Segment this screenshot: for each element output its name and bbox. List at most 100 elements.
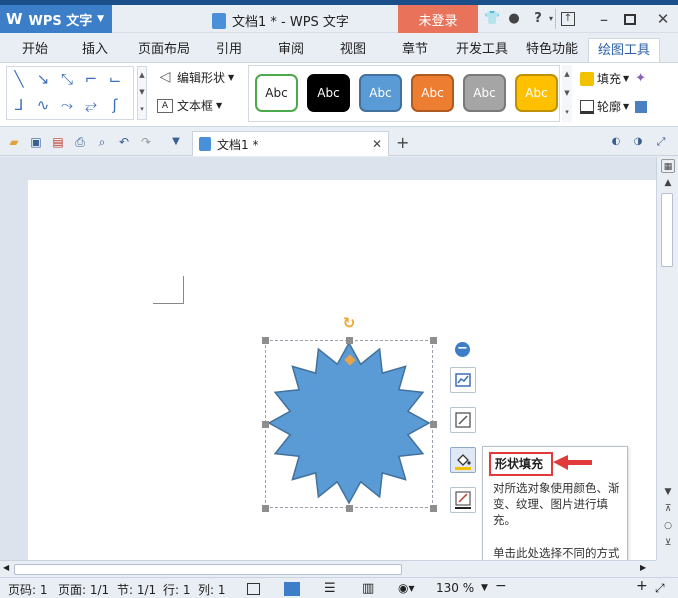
fit-window-icon[interactable]: ⤢ (655, 581, 665, 596)
horizontal-scrollbar[interactable]: ◀ ▶ (0, 560, 656, 577)
tab-special[interactable]: 特色功能 (522, 38, 582, 62)
close-tab-icon[interactable]: ✕ (372, 137, 382, 151)
fill-button[interactable]: 填充 ▼ ✦ (580, 70, 646, 87)
elbow-connector-icon[interactable]: ⌐ (81, 69, 101, 89)
line-shape-icon[interactable]: ╲ (9, 69, 29, 89)
zoom-in-icon[interactable]: + (636, 578, 648, 594)
login-button[interactable]: 未登录 (398, 5, 478, 33)
double-arrow-shape-icon[interactable]: ⤡ (57, 69, 77, 89)
resize-handle-ne[interactable] (430, 337, 437, 344)
minimize-icon[interactable]: _ (596, 7, 612, 23)
styles-gallery-scroll[interactable]: ▲ ▼ ▾ (562, 65, 572, 122)
tab-review[interactable]: 审阅 (270, 38, 312, 62)
curved-arrow-connector-icon[interactable]: ⤳ (57, 95, 77, 115)
page-view-icon[interactable] (284, 582, 300, 596)
tab-drawing-tools[interactable]: 绘图工具 (588, 38, 660, 62)
shape-style-swatch[interactable]: Abc (307, 74, 350, 112)
resize-handle-n[interactable] (346, 337, 353, 344)
effects-icon[interactable]: ✦ (635, 71, 646, 86)
shape-style-swatch[interactable]: Abc (359, 74, 402, 112)
tab-developer[interactable]: 开发工具 (452, 38, 512, 62)
elbow-double-arrow-icon[interactable]: ⅃ (9, 95, 29, 115)
upload-icon[interactable]: ↑ (561, 12, 575, 26)
prev-page-icon[interactable]: ⊼ (661, 502, 675, 516)
3d-shape-icon[interactable] (635, 100, 648, 113)
ruler-toggle-icon[interactable]: ▦ (661, 159, 675, 173)
outline-pen-icon (455, 491, 471, 509)
save-icon[interactable]: ▣ (28, 134, 44, 150)
resize-handle-e[interactable] (430, 421, 437, 428)
scroll-left-icon[interactable]: ◀ (3, 563, 9, 572)
tooltip-title: 形状填充 (489, 452, 553, 476)
outline-label: 轮廓 (597, 100, 622, 114)
scroll-right-icon[interactable]: ▶ (640, 563, 646, 572)
swatch-label: Abc (473, 86, 496, 100)
zoom-out-icon[interactable]: − (495, 578, 507, 594)
tab-insert[interactable]: 插入 (74, 38, 116, 62)
print-icon[interactable]: ⎙ (72, 134, 88, 150)
shape-outline-button[interactable] (450, 487, 476, 513)
tab-view[interactable]: 视图 (332, 38, 374, 62)
horizontal-scroll-thumb[interactable] (14, 564, 402, 575)
collapse-toolbar-icon[interactable]: − (455, 342, 470, 357)
resize-handle-w[interactable] (262, 421, 269, 428)
resize-handle-s[interactable] (346, 505, 353, 512)
arrow-shape-icon[interactable]: ↘ (33, 69, 53, 89)
shapes-gallery-scroll[interactable]: ▲ ▼ ▾ (137, 66, 147, 120)
fullscreen-view-icon[interactable] (247, 583, 260, 595)
next-page-icon[interactable]: ⊻ (661, 536, 675, 550)
zoom-level[interactable]: 130 % (436, 581, 474, 595)
customize-toolbar-icon[interactable]: ▼ (168, 134, 184, 150)
select-browse-icon[interactable]: ○ (661, 519, 675, 533)
print-preview-icon[interactable]: ⌕ (94, 134, 110, 150)
vertical-scroll-thumb[interactable] (661, 193, 673, 267)
document-tab[interactable]: 文档1 * ✕ (192, 131, 389, 156)
tshirt-skin-icon[interactable]: 👕 (484, 11, 500, 27)
layout-options-button[interactable] (450, 367, 476, 393)
curved-double-arrow-icon[interactable]: ⥂ (81, 95, 101, 115)
vertical-scrollbar[interactable]: ▦ ▲ ▼ ⊼ ○ ⊻ (656, 157, 678, 560)
tab-chapter[interactable]: 章节 (394, 38, 436, 62)
maximize-icon[interactable] (624, 14, 636, 25)
resize-handle-sw[interactable] (262, 505, 269, 512)
resize-handle-se[interactable] (430, 505, 437, 512)
chat-bubble-icon[interactable]: ● (506, 11, 522, 27)
new-tab-icon[interactable]: + (396, 133, 409, 152)
help-caret-icon[interactable]: ▾ (543, 11, 559, 27)
rotate-handle-icon[interactable]: ↻ (342, 316, 356, 331)
close-window-icon[interactable]: ✕ (655, 11, 671, 27)
shape-fill-button[interactable] (450, 447, 476, 473)
app-menu-button[interactable]: W WPS 文字 ▼ (0, 5, 112, 33)
elbow-arrow-connector-icon[interactable]: ⌙ (105, 69, 125, 89)
undo-icon[interactable]: ↶ (116, 134, 132, 150)
shape-style-swatch[interactable]: Abc (463, 74, 506, 112)
status-page: 页码: 1 (8, 583, 48, 597)
scroll-down-icon[interactable]: ▼ (661, 485, 675, 499)
curved-connector-icon[interactable]: ∿ (33, 95, 53, 115)
zoom-caret-icon[interactable]: ▼ (481, 583, 488, 593)
reading-mode-icon[interactable]: ◉▾ (398, 581, 415, 595)
resize-handle-nw[interactable] (262, 337, 269, 344)
swatch-label: Abc (525, 86, 548, 100)
scroll-up-icon[interactable]: ▲ (661, 176, 675, 190)
outline-button[interactable]: 轮廓 ▼ (580, 98, 648, 115)
shape-style-swatch[interactable]: Abc (515, 74, 558, 112)
tab-references[interactable]: 引用 (209, 38, 249, 62)
open-folder-icon[interactable]: ▰ (6, 134, 22, 150)
shape-style-swatch[interactable]: Abc (255, 74, 298, 112)
edit-shape-button[interactable]: ◁ 编辑形状 ▼ (157, 69, 235, 86)
outline-view-icon[interactable]: ☰ (324, 581, 336, 596)
edit-shape-float-button[interactable] (450, 407, 476, 433)
tab-start[interactable]: 开始 (14, 38, 56, 62)
swatch-label: Abc (421, 86, 444, 100)
doc-status-icon[interactable]: ◐ (608, 134, 624, 150)
redo-icon[interactable]: ↷ (138, 134, 154, 150)
sync-icon[interactable]: ◑ (630, 134, 646, 150)
expand-icon[interactable]: ⤢ (653, 134, 669, 150)
export-pdf-icon[interactable]: ▤ (50, 134, 66, 150)
web-view-icon[interactable]: ▥ (362, 581, 374, 596)
tab-page-layout[interactable]: 页面布局 (134, 38, 194, 62)
freeform-curve-icon[interactable]: ʃ (105, 95, 125, 115)
text-box-button[interactable]: A 文本框 ▼ (157, 97, 222, 114)
shape-style-swatch[interactable]: Abc (411, 74, 454, 112)
